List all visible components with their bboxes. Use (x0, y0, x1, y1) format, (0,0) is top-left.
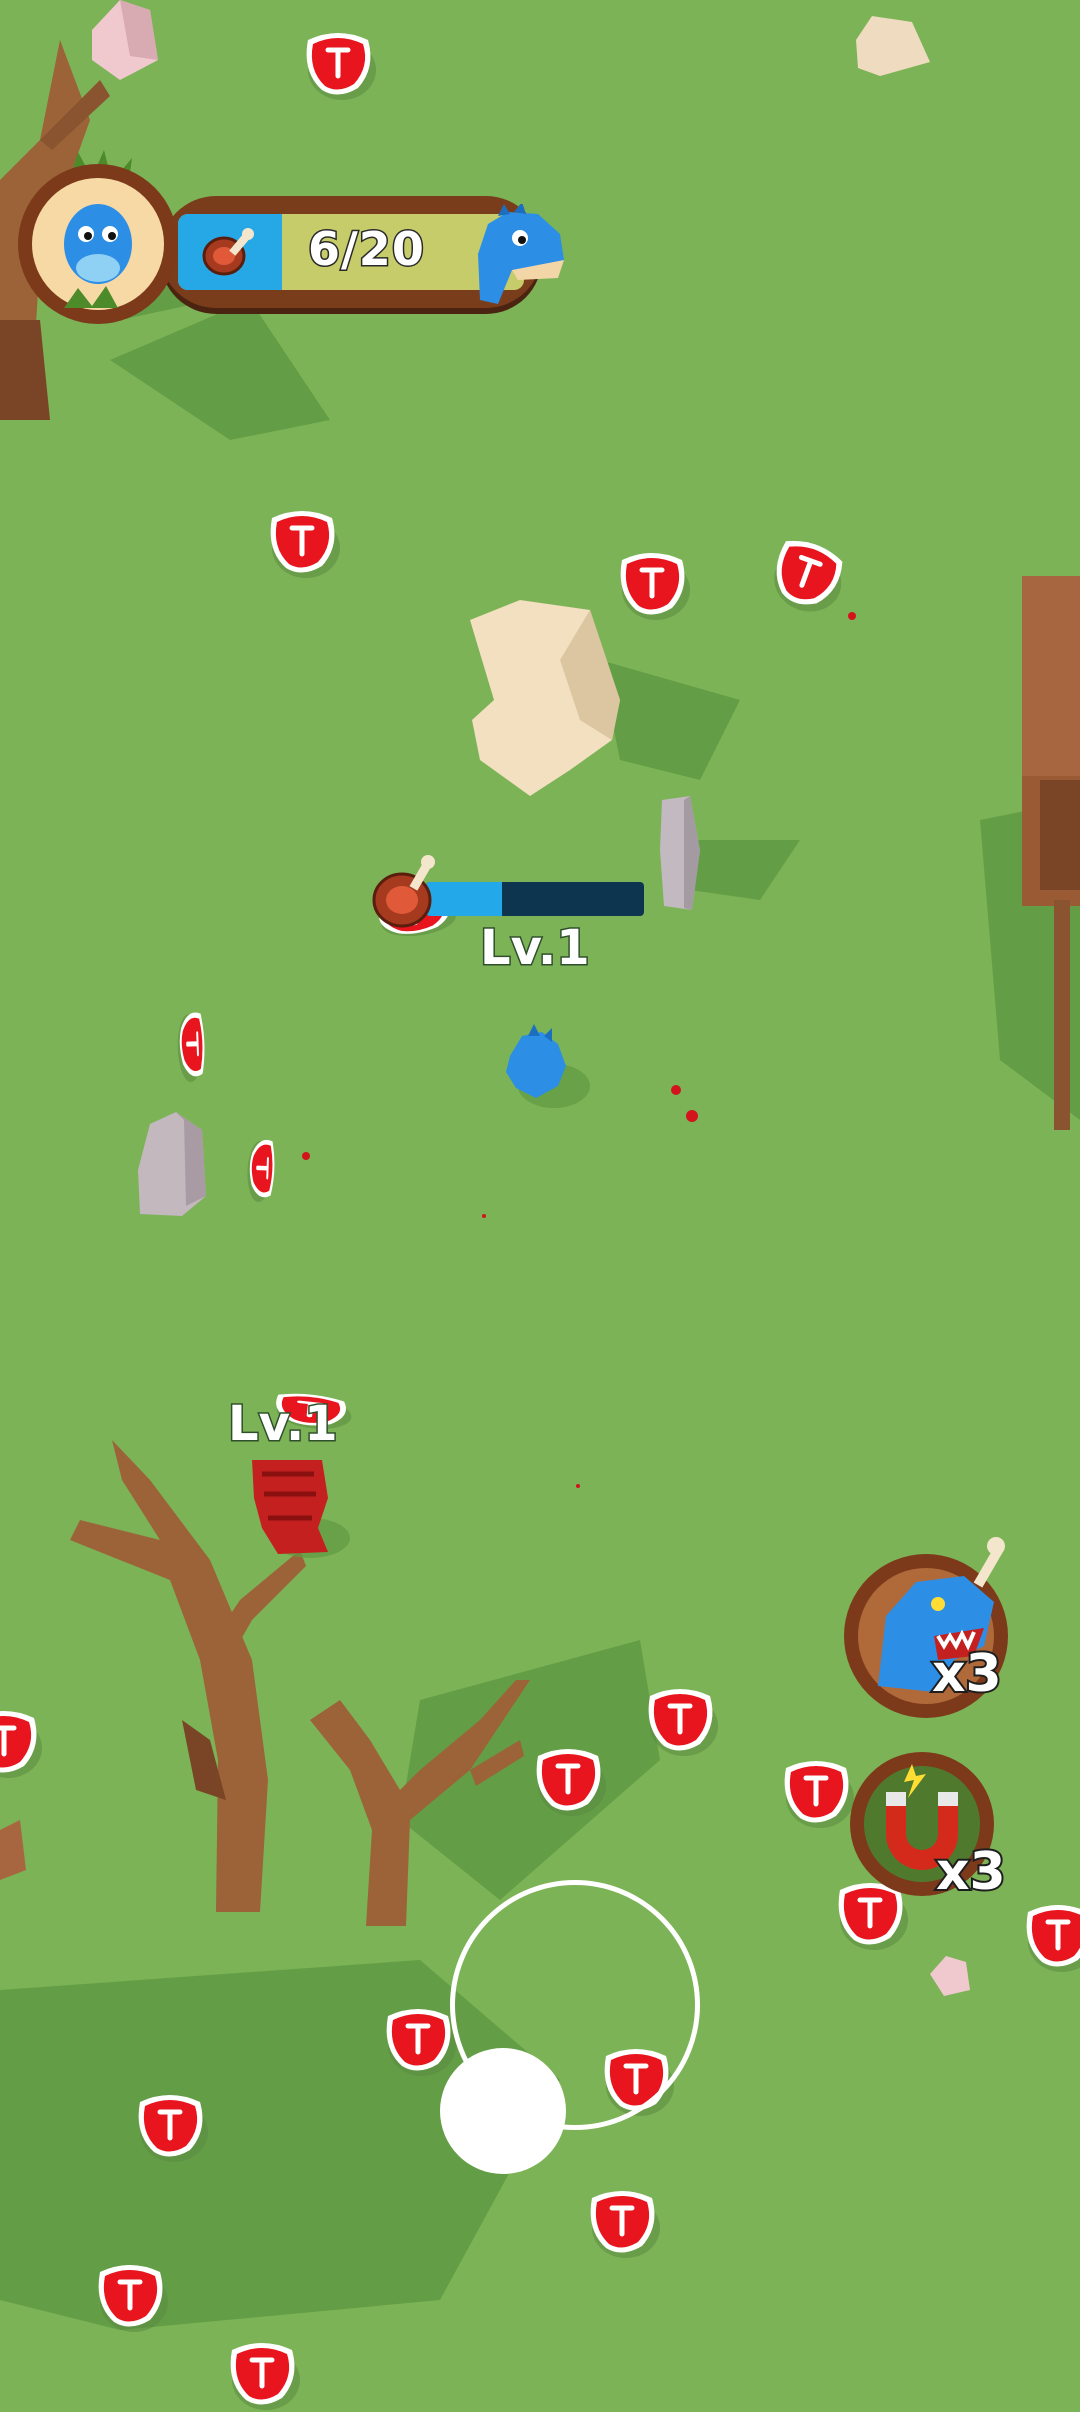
joystick-knob[interactable] (440, 2048, 566, 2174)
meat-icon (372, 855, 435, 928)
player-level-label: Lv.1 (479, 919, 592, 978)
player-dino (506, 1024, 590, 1108)
player-growth-bar (426, 882, 644, 916)
enemy-level-label: Lv.1 (227, 1395, 340, 1454)
magnet-powerup-button[interactable]: x3 (846, 1740, 1016, 1910)
blue-adult-dino-icon (478, 204, 564, 304)
meat-icon (202, 228, 254, 276)
enemy-dino (252, 1460, 350, 1558)
dino-rage-powerup-button[interactable]: x3 (834, 1536, 1024, 1726)
dino-rage-count: x3 (930, 1642, 1004, 1706)
blue-baby-dino-icon (18, 150, 178, 324)
game-world[interactable]: 6/20 Lv.1 Lv.1 x3 x3 (0, 0, 1080, 2412)
magnet-count: x3 (934, 1840, 1008, 1904)
meat-progress-count: 6/20 (307, 221, 426, 278)
